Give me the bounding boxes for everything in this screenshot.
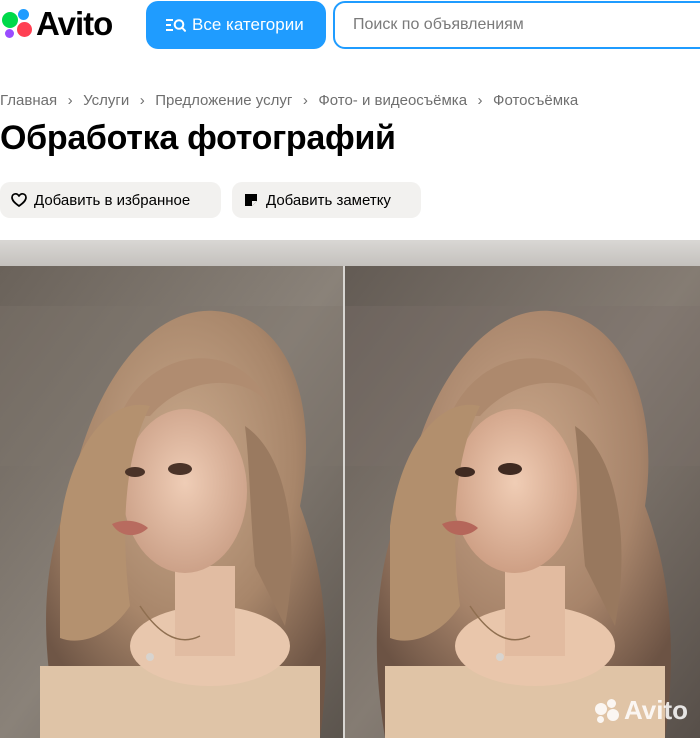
logo-dots-icon bbox=[0, 7, 34, 41]
all-categories-label: Все категории bbox=[192, 15, 304, 34]
watermark-logo-icon bbox=[593, 697, 621, 725]
chevron-right-icon: › bbox=[67, 91, 73, 109]
categories-search-icon bbox=[166, 17, 186, 33]
avito-watermark: Avito bbox=[593, 695, 688, 726]
add-note-button[interactable]: Добавить заметку bbox=[232, 182, 421, 218]
breadcrumb: Главная › Услуги › Предложение услуг › Ф… bbox=[0, 90, 578, 110]
note-icon bbox=[243, 192, 259, 208]
photo-before bbox=[0, 266, 345, 738]
page-title: Обработка фотографий bbox=[0, 119, 396, 157]
breadcrumb-item-service-offers[interactable]: Предложение услуг bbox=[155, 92, 292, 109]
breadcrumb-item-photography[interactable]: Фотосъёмка bbox=[493, 92, 578, 109]
watermark-text: Avito bbox=[623, 695, 688, 725]
chevron-right-icon: › bbox=[139, 91, 145, 109]
search-input[interactable] bbox=[335, 3, 700, 47]
heart-icon bbox=[11, 192, 27, 208]
search-box[interactable] bbox=[333, 1, 700, 49]
site-header: Avito Все категории bbox=[0, 0, 700, 52]
add-to-favorites-label: Добавить в избранное bbox=[34, 191, 191, 209]
logo-text: Avito bbox=[36, 5, 113, 42]
add-note-label: Добавить заметку bbox=[266, 191, 391, 209]
photo-after bbox=[345, 266, 700, 738]
add-to-favorites-button[interactable]: Добавить в избранное bbox=[0, 182, 221, 218]
breadcrumb-item-photo-video[interactable]: Фото- и видеосъёмка bbox=[318, 92, 467, 109]
photo-gallery[interactable]: Avito bbox=[0, 240, 700, 738]
chevron-right-icon: › bbox=[302, 91, 308, 109]
breadcrumb-item-services[interactable]: Услуги bbox=[83, 92, 129, 109]
chevron-right-icon: › bbox=[477, 91, 483, 109]
breadcrumb-item-main[interactable]: Главная bbox=[0, 92, 57, 109]
all-categories-button[interactable]: Все категории bbox=[146, 1, 326, 49]
avito-logo[interactable]: Avito bbox=[0, 5, 113, 42]
